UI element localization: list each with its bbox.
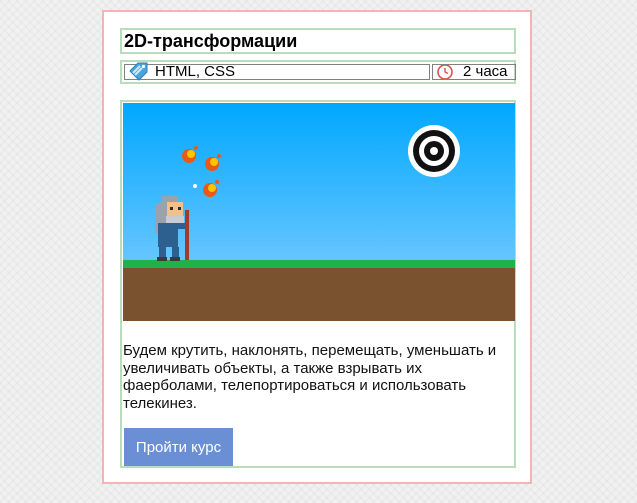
course-card: 2D-трансформации HTML, CSS 2 часа Будем … bbox=[102, 10, 532, 484]
course-tags: HTML, CSS bbox=[124, 62, 430, 81]
tag-icon bbox=[129, 62, 148, 81]
course-illustration bbox=[123, 103, 515, 321]
start-course-button[interactable]: Пройти курс bbox=[124, 428, 233, 466]
course-tags-label: HTML, CSS bbox=[155, 63, 236, 80]
course-meta: HTML, CSS 2 часа bbox=[120, 60, 516, 84]
course-duration-label: 2 часа bbox=[463, 64, 508, 80]
clock-icon bbox=[437, 65, 453, 79]
target-icon bbox=[408, 125, 460, 177]
course-duration: 2 часа bbox=[432, 64, 516, 80]
course-title: 2D-трансформации bbox=[120, 28, 516, 54]
course-description: Будем крутить, наклонять, перемещать, ум… bbox=[123, 342, 497, 412]
course-body: Будем крутить, наклонять, перемещать, ум… bbox=[120, 100, 516, 468]
